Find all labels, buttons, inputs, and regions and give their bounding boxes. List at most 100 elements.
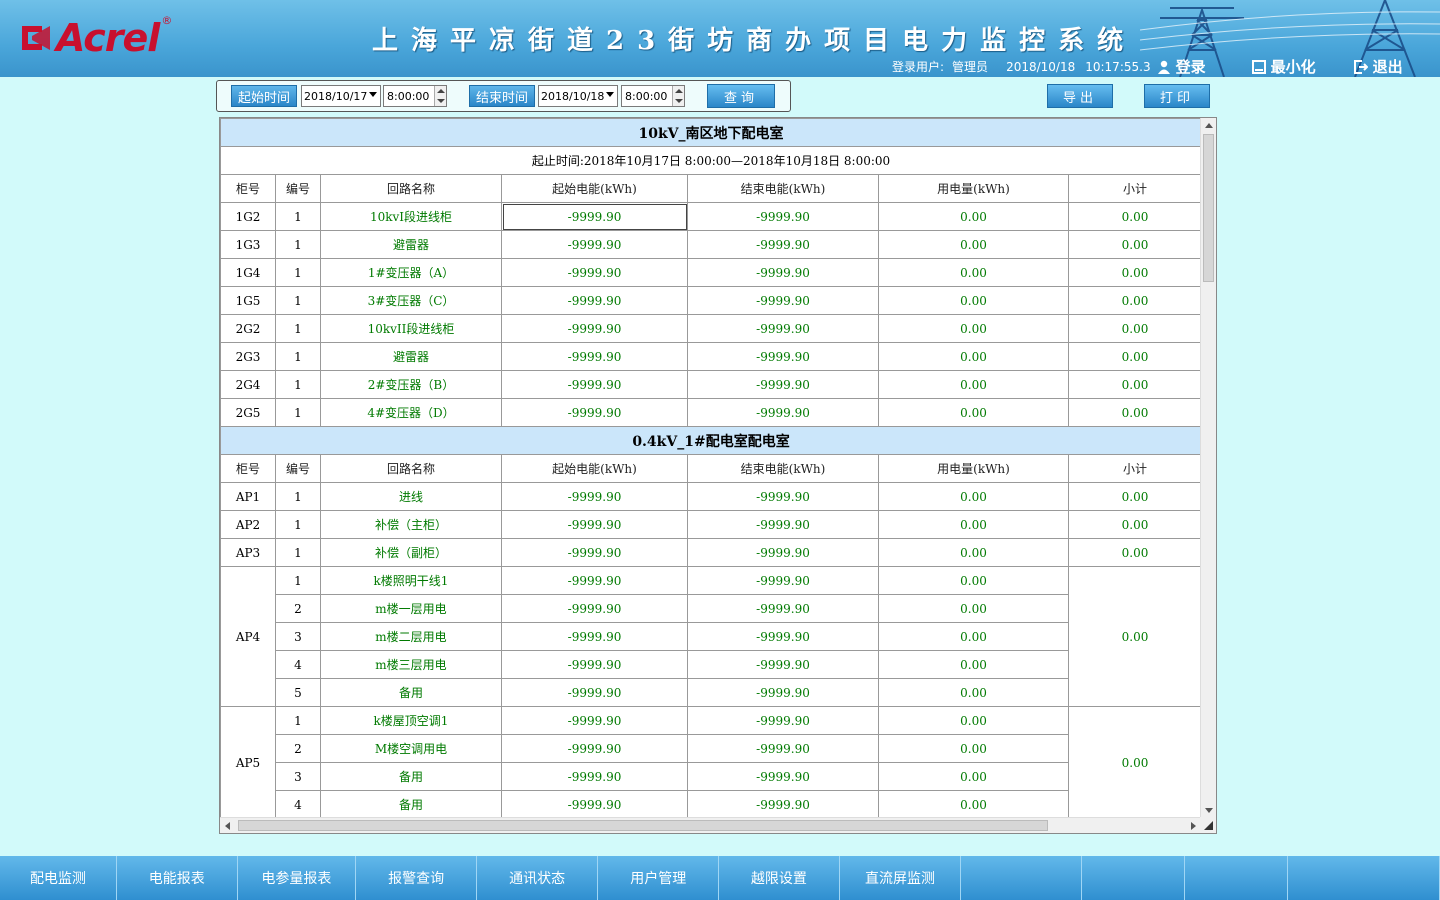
number-cell: 1 bbox=[275, 370, 321, 399]
acrel-logo-icon bbox=[22, 26, 50, 50]
circuit-name-cell: m楼三层用电 bbox=[320, 650, 502, 679]
end-energy-header: 结束电能(kWh) bbox=[687, 454, 879, 483]
subtotal-cell: 0.00 bbox=[1067, 342, 1201, 371]
table-row: 1G3 1 避雷器 -9999.90 -9999.90 0.00 0.00 bbox=[220, 230, 1201, 259]
current-date: 2018/10/18 bbox=[1006, 59, 1076, 74]
usage-cell: 0.00 bbox=[878, 342, 1069, 371]
report-scroll-area[interactable]: 10kV_南区地下配电室 起止时间:2018年10月17日 8:00:00—201… bbox=[220, 118, 1201, 818]
print-button[interactable]: 打印 bbox=[1144, 84, 1210, 108]
circuit-name-header: 回路名称 bbox=[320, 174, 502, 203]
cabinet-cell: 1G3 bbox=[220, 230, 276, 259]
table-row: AP3 1 补偿（副柜） -9999.90 -9999.90 0.00 0.00 bbox=[220, 538, 1201, 567]
vertical-scrollbar[interactable] bbox=[1200, 118, 1216, 818]
usage-cell: 0.00 bbox=[878, 594, 1069, 623]
end-energy-cell: -9999.90 bbox=[687, 594, 879, 623]
nav-energy-report[interactable]: 电能报表 bbox=[117, 856, 238, 900]
resize-grip-icon[interactable] bbox=[1200, 817, 1216, 833]
start-energy-cell: -9999.90 bbox=[501, 538, 688, 567]
start-energy-cell: -9999.90 bbox=[501, 650, 688, 679]
horizontal-scroll-thumb[interactable] bbox=[238, 820, 1048, 831]
login-button[interactable]: 登录 bbox=[1157, 56, 1206, 77]
nav-empty-1[interactable] bbox=[961, 856, 1082, 900]
cabinet-cell: 2G2 bbox=[220, 314, 276, 343]
start-energy-cell: -9999.90 bbox=[501, 734, 688, 763]
start-energy-cell: -9999.90 bbox=[501, 566, 688, 595]
minimize-label: 最小化 bbox=[1270, 58, 1316, 76]
nav-alarm-query[interactable]: 报警查询 bbox=[356, 856, 477, 900]
number-cell: 1 bbox=[275, 482, 321, 511]
current-time: 10:17:55.3 bbox=[1085, 59, 1151, 74]
end-energy-cell: -9999.90 bbox=[687, 342, 879, 371]
table-row: 3 m楼二层用电 -9999.90 -9999.90 0.00 bbox=[221, 622, 1202, 651]
column-header-row: 柜号 编号 回路名称 起始电能(kWh) 结束电能(kWh) 用电量(kWh) 小计 bbox=[220, 174, 1201, 203]
start-energy-cell: -9999.90 bbox=[501, 230, 688, 259]
scroll-left-icon[interactable] bbox=[221, 818, 235, 834]
usage-header: 用电量(kWh) bbox=[878, 454, 1069, 483]
end-energy-cell: -9999.90 bbox=[687, 650, 879, 679]
end-energy-cell: -9999.90 bbox=[687, 706, 879, 735]
subtotal-cell: 0.00 bbox=[1067, 566, 1201, 707]
scroll-right-icon[interactable] bbox=[1186, 818, 1200, 834]
circuit-name-cell: k楼屋顶空调1 bbox=[320, 706, 502, 735]
vertical-scroll-thumb[interactable] bbox=[1203, 134, 1214, 282]
nav-empty-3[interactable] bbox=[1185, 856, 1288, 900]
table-row: 5 备用 -9999.90 -9999.90 0.00 bbox=[221, 678, 1202, 707]
usage-cell: 0.00 bbox=[878, 650, 1069, 679]
circuit-name-cell: 备用 bbox=[320, 790, 502, 818]
spinner-icon[interactable] bbox=[672, 86, 684, 106]
start-time-value: 8:00:00 bbox=[387, 89, 430, 103]
cabinet-header: 柜号 bbox=[220, 454, 276, 483]
horizontal-scrollbar[interactable] bbox=[220, 817, 1201, 833]
start-date-picker[interactable]: 2018/10/17 bbox=[301, 85, 381, 107]
nav-user-management[interactable]: 用户管理 bbox=[598, 856, 720, 900]
number-cell: 1 bbox=[275, 342, 321, 371]
nav-parameter-report[interactable]: 电参量报表 bbox=[238, 856, 357, 900]
subtotal-cell: 0.00 bbox=[1067, 510, 1201, 539]
cabinet-cell: 2G4 bbox=[220, 370, 276, 399]
end-energy-cell: -9999.90 bbox=[687, 734, 879, 763]
app-header: Acrel ® 上海平凉街道23街坊商办项目电力监控系统 登录用户: 管理员 2… bbox=[0, 0, 1440, 77]
start-energy-cell: -9999.90 bbox=[501, 622, 688, 651]
number-cell: 1 bbox=[275, 706, 321, 735]
scroll-down-icon[interactable] bbox=[1201, 803, 1217, 817]
nav-power-monitoring[interactable]: 配电监测 bbox=[0, 856, 117, 900]
usage-cell: 0.00 bbox=[878, 706, 1069, 735]
start-time-stepper[interactable]: 8:00:00 bbox=[383, 85, 447, 107]
start-energy-cell: -9999.90 bbox=[501, 202, 688, 231]
cabinet-cell: AP3 bbox=[220, 538, 276, 567]
start-energy-cell: -9999.90 bbox=[501, 594, 688, 623]
minimize-button[interactable]: 最小化 bbox=[1251, 56, 1316, 77]
nav-empty-2[interactable] bbox=[1082, 856, 1185, 900]
end-energy-cell: -9999.90 bbox=[687, 566, 879, 595]
end-energy-header: 结束电能(kWh) bbox=[687, 174, 879, 203]
subtotal-cell: 0.00 bbox=[1067, 538, 1201, 567]
nav-empty-4[interactable] bbox=[1288, 856, 1440, 900]
cabinet-cell: AP1 bbox=[220, 482, 276, 511]
nav-limit-settings[interactable]: 越限设置 bbox=[719, 856, 840, 900]
number-cell: 1 bbox=[275, 314, 321, 343]
subtotal-cell: 0.00 bbox=[1067, 706, 1201, 818]
end-energy-cell: -9999.90 bbox=[687, 538, 879, 567]
cabinet-cell: 1G5 bbox=[220, 286, 276, 315]
start-energy-cell: -9999.90 bbox=[501, 790, 688, 818]
export-button[interactable]: 导出 bbox=[1047, 84, 1113, 108]
spinner-icon[interactable] bbox=[434, 86, 446, 106]
number-cell: 1 bbox=[275, 230, 321, 259]
circuit-name-cell: 1#变压器（A） bbox=[320, 258, 502, 287]
logo-text: Acrel bbox=[56, 16, 160, 60]
usage-cell: 0.00 bbox=[878, 230, 1069, 259]
number-cell: 2 bbox=[275, 734, 321, 763]
report-table: 10kV_南区地下配电室 起止时间:2018年10月17日 8:00:00—201… bbox=[220, 118, 1201, 818]
end-time-stepper[interactable]: 8:00:00 bbox=[621, 85, 685, 107]
circuit-name-cell: 补偿（副柜） bbox=[320, 538, 502, 567]
nav-dc-panel-monitoring[interactable]: 直流屏监测 bbox=[840, 856, 962, 900]
nav-comm-status[interactable]: 通讯状态 bbox=[477, 856, 599, 900]
scroll-up-icon[interactable] bbox=[1201, 119, 1217, 133]
query-button[interactable]: 查询 bbox=[707, 84, 775, 108]
subtotal-header: 小计 bbox=[1067, 454, 1201, 483]
end-date-picker[interactable]: 2018/10/18 bbox=[538, 85, 618, 107]
exit-button[interactable]: 退出 bbox=[1353, 56, 1403, 77]
minimize-icon bbox=[1251, 59, 1266, 74]
table-row: 1G5 1 3#变压器（C） -9999.90 -9999.90 0.00 0.00 bbox=[220, 286, 1201, 315]
cabinet-cell: 2G3 bbox=[220, 342, 276, 371]
